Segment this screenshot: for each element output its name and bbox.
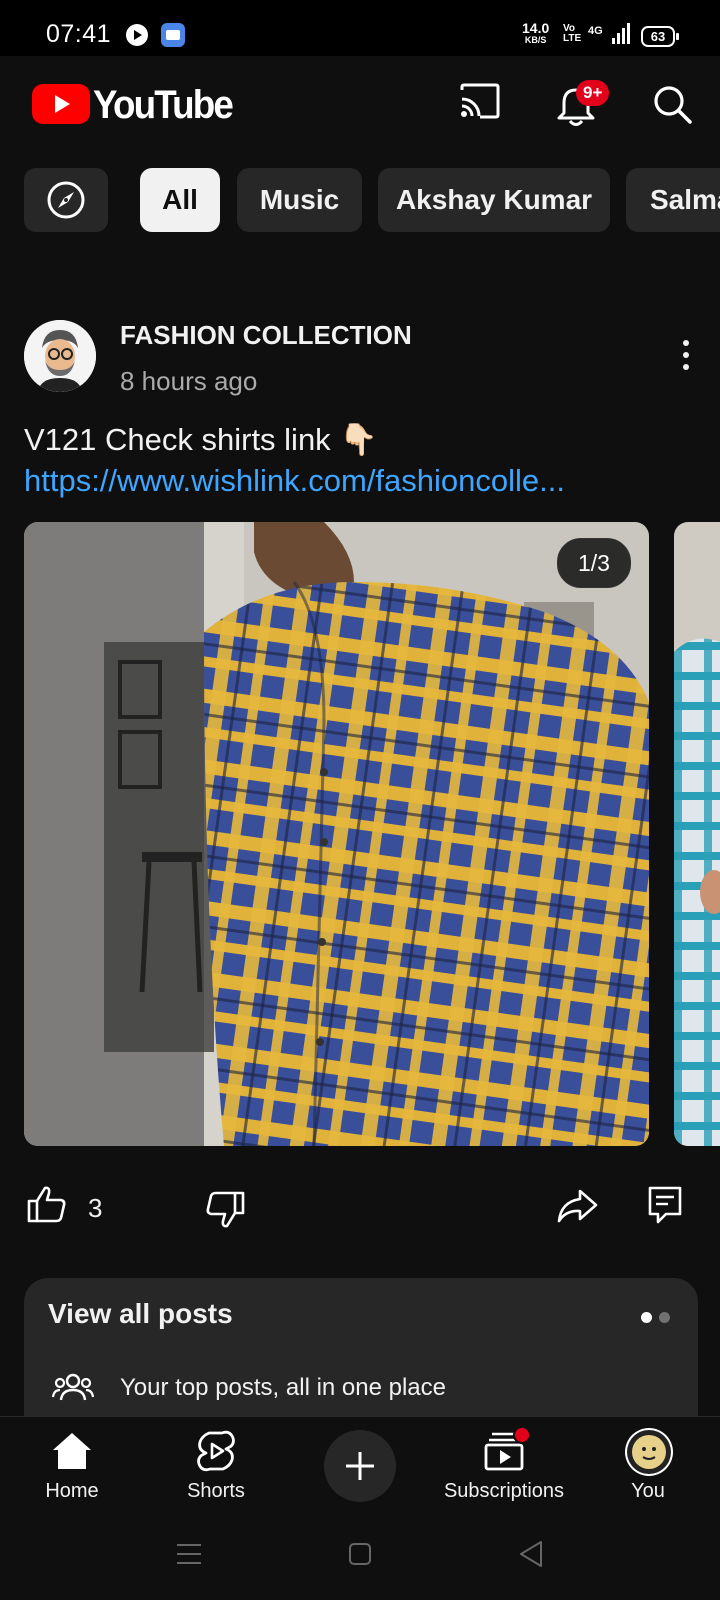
card-page-dots	[634, 1310, 670, 1328]
post-link[interactable]: https://www.wishlink.com/fashioncolle...	[24, 463, 565, 499]
like-count: 3	[88, 1193, 103, 1223]
cast-icon[interactable]	[458, 82, 502, 122]
shirt-photo	[24, 522, 649, 1146]
dislike-icon[interactable]	[204, 1190, 246, 1230]
view-all-posts-card[interactable]: View all posts Your top posts, all in on…	[24, 1278, 698, 1438]
nav-shorts-label: Shorts	[187, 1480, 245, 1502]
home-square-icon[interactable]	[348, 1542, 372, 1566]
more-options-icon[interactable]	[683, 340, 689, 376]
next-post-image[interactable]	[674, 522, 720, 1146]
you-avatar[interactable]	[625, 1428, 673, 1476]
plus-icon	[346, 1452, 374, 1480]
share-icon[interactable]	[556, 1188, 598, 1224]
message-icon	[161, 23, 185, 47]
like-icon[interactable]	[26, 1184, 68, 1224]
card-subtitle: Your top posts, all in one place	[120, 1374, 447, 1401]
volte-indicator: Vo LTE	[563, 24, 581, 44]
speed-unit: KB/S	[524, 35, 547, 45]
home-icon	[53, 1433, 91, 1469]
comment-icon[interactable]	[648, 1186, 682, 1224]
chip-all[interactable]: All	[140, 168, 220, 232]
compass-icon	[47, 181, 85, 219]
status-time: 07:41	[46, 20, 112, 48]
youtube-logo-icon[interactable]	[32, 84, 90, 124]
avatar-emoji-icon	[627, 1430, 671, 1474]
signal-icon: 4G	[588, 23, 630, 44]
post-time: 8 hours ago	[120, 366, 258, 396]
page-dot-active	[641, 1312, 652, 1323]
subscriptions-notification-dot	[513, 1426, 531, 1444]
play-icon	[126, 24, 148, 46]
menu-icon[interactable]	[176, 1542, 202, 1566]
nav-subscriptions[interactable]: Subscriptions	[432, 1417, 576, 1521]
avatar-illustration	[24, 320, 96, 392]
create-button[interactable]	[324, 1430, 396, 1502]
shorts-icon	[197, 1430, 235, 1472]
search-icon[interactable]	[652, 84, 694, 126]
channel-name[interactable]: FASHION COLLECTION	[120, 320, 412, 351]
battery-icon: 63	[641, 26, 679, 47]
people-icon	[52, 1373, 94, 1401]
notification-badge: 9+	[576, 80, 610, 106]
battery-level: 63	[650, 29, 666, 44]
nav-home-label: Home	[45, 1480, 99, 1502]
post-text: V121 Check shirts link 👇🏻	[24, 422, 378, 457]
back-icon[interactable]	[518, 1540, 544, 1568]
image-counter: 1/3	[557, 538, 631, 588]
nav-shorts[interactable]: Shorts	[144, 1417, 288, 1521]
nav-you-label: You	[631, 1480, 665, 1502]
channel-avatar[interactable]	[24, 320, 96, 392]
chip-salma[interactable]: Salma	[626, 168, 720, 232]
network-type: 4G	[588, 25, 603, 37]
card-title: View all posts	[48, 1298, 233, 1329]
nav-subscriptions-label: Subscriptions	[443, 1480, 565, 1502]
network-speed: 14.0 KB/S	[522, 21, 549, 46]
bottom-navigation: Home Shorts Subscriptions You	[0, 1416, 720, 1521]
next-shirt-photo	[674, 522, 720, 1146]
nav-home[interactable]: Home	[0, 1417, 144, 1521]
post-image[interactable]	[24, 522, 649, 1146]
page-dot	[659, 1312, 670, 1323]
system-navigation-bar	[0, 1520, 720, 1600]
volte-bottom: LTE	[563, 33, 582, 44]
chip-akshay-kumar[interactable]: Akshay Kumar	[378, 168, 610, 232]
youtube-logo-text[interactable]: YouTube	[93, 83, 234, 128]
explore-chip[interactable]	[24, 168, 108, 232]
chip-music[interactable]: Music	[237, 168, 362, 232]
status-bar: 07:41 14.0 KB/S Vo LTE 4G 63	[0, 0, 720, 56]
